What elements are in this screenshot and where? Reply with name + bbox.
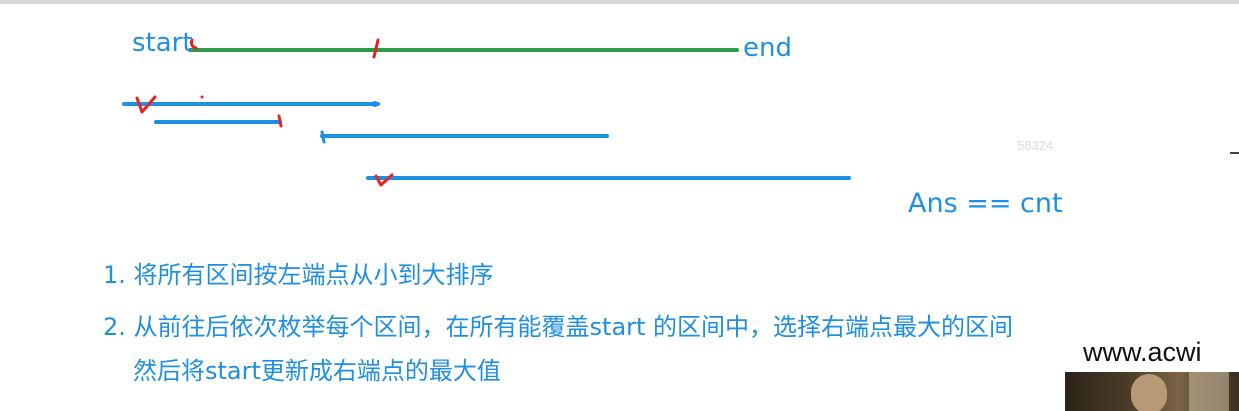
end-label: end: [743, 33, 792, 63]
red-dot-1: [200, 95, 204, 99]
answer-text: Ans == cnt: [908, 188, 1063, 219]
scroll-edge-mark: [1230, 152, 1239, 154]
step-2-text: 2. 从前往后依次枚举每个区间，在所有能覆盖start 的区间中，选择右端点最大…: [103, 313, 1014, 341]
red-tick-mid: [372, 38, 380, 59]
end-dot-1: [372, 101, 378, 107]
red-tick-end-2: [277, 114, 283, 128]
step-1-text: 1. 将所有区间按左端点从小到大排序: [103, 261, 494, 289]
start-label: start: [132, 28, 193, 58]
presenter-image: [1131, 374, 1167, 411]
interval-segment-3-start-hook: [320, 130, 326, 144]
site-watermark: www.acwi: [1083, 337, 1202, 367]
step-2-continuation-text: 然后将start更新成右端点的最大值: [133, 357, 501, 385]
background-light: [1189, 372, 1229, 411]
webcam-thumbnail: [1065, 372, 1239, 411]
watermark-text: 58324: [1017, 138, 1054, 153]
